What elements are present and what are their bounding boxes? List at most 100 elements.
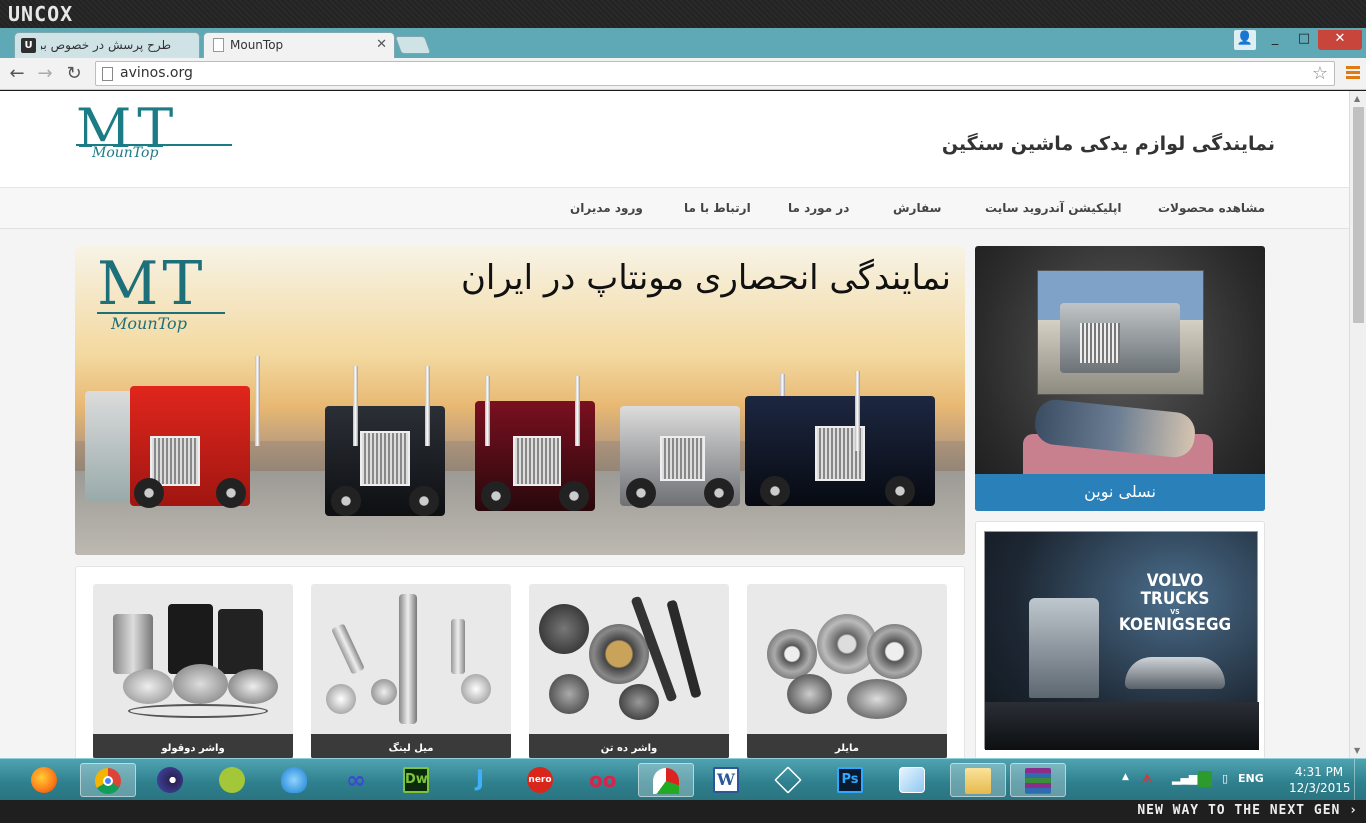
jetbrains-icon[interactable]: J bbox=[460, 763, 500, 797]
nav-contact[interactable]: ارتباط با ما bbox=[684, 201, 751, 215]
truck-cab bbox=[1060, 303, 1180, 373]
hero-banner[interactable]: MT MounTop نمایندگی انحصاری مونتاپ در ای… bbox=[75, 246, 965, 555]
uncox-favicon-icon: U bbox=[21, 38, 36, 53]
nero-icon[interactable]: nero bbox=[520, 763, 560, 797]
products-panel: واشر دوقولو میل لینگ واشر ده تن مایلر bbox=[75, 566, 965, 758]
os-taskbar: ∞ Dw J nero oo W Ps ▲ ᗑ ▂▄▆ ▯ ENG 4:31 P… bbox=[0, 758, 1366, 801]
os-brand-logo: UNCOX bbox=[8, 2, 74, 26]
tab-active[interactable]: MounTop ✕ bbox=[203, 32, 395, 58]
product-card[interactable]: میل لینگ bbox=[311, 584, 511, 758]
new-tab-button[interactable] bbox=[394, 36, 432, 54]
forward-icon[interactable]: → bbox=[34, 63, 56, 85]
truck-grille bbox=[660, 436, 705, 481]
page-scrollbar[interactable]: ▲ ▼ bbox=[1349, 91, 1366, 758]
infinity-icon[interactable]: ∞ bbox=[336, 763, 376, 797]
video-title: VOLVO TRUCKS VS KOENIGSEGG bbox=[1115, 572, 1235, 634]
url-text: avinos.org bbox=[120, 65, 193, 81]
truck-wheel bbox=[216, 478, 246, 508]
show-desktop-button[interactable] bbox=[1354, 759, 1366, 801]
nav-admin-login[interactable]: ورود مدیران bbox=[570, 201, 643, 215]
network-signal-icon[interactable]: ▂▄▆ bbox=[1172, 772, 1197, 785]
truck-wheel bbox=[409, 486, 439, 516]
dropbox-like-icon[interactable] bbox=[274, 763, 314, 797]
user-profile-icon[interactable]: 👤 bbox=[1234, 30, 1256, 50]
site-logo[interactable]: MT MounTop bbox=[76, 97, 236, 167]
exhaust-stack bbox=[425, 366, 430, 446]
chrome-menu-icon[interactable] bbox=[1346, 66, 1360, 81]
tray-green-icon[interactable] bbox=[1198, 771, 1212, 787]
nav-android-app[interactable]: اپلیکیشن آندروید سایت bbox=[985, 201, 1122, 215]
volvo-truck bbox=[1029, 598, 1099, 698]
sidebar-promo-card[interactable]: نسلی نوین bbox=[975, 246, 1265, 511]
truck-grille bbox=[360, 431, 410, 486]
scroll-up-icon[interactable]: ▲ bbox=[1354, 94, 1360, 103]
truck-wheel bbox=[134, 478, 164, 508]
battery-icon[interactable]: ▯ bbox=[1222, 772, 1228, 785]
product-label: میل لینگ bbox=[311, 734, 511, 758]
logo-subtitle: MounTop bbox=[92, 145, 159, 161]
scroll-down-icon[interactable]: ▼ bbox=[1354, 746, 1360, 755]
koenigsegg-car bbox=[1125, 657, 1225, 689]
cube-icon[interactable] bbox=[892, 763, 932, 797]
photoshop-icon[interactable]: Ps bbox=[830, 763, 870, 797]
word-icon[interactable]: W bbox=[706, 763, 746, 797]
browser-chrome: U طرح پرسش در خصوص برنا MounTop ✕ 👤 _ □ … bbox=[0, 28, 1366, 90]
browser-toolbar: ← → ↻ avinos.org ☆ bbox=[0, 58, 1366, 90]
product-card[interactable]: مایلر bbox=[747, 584, 947, 758]
nav-products[interactable]: مشاهده محصولات bbox=[1158, 201, 1265, 215]
file-explorer-icon[interactable] bbox=[950, 763, 1006, 797]
truck-wheel bbox=[885, 476, 915, 506]
sidebar-video-card[interactable]: VOLVO TRUCKS VS KOENIGSEGG bbox=[975, 521, 1265, 758]
product-image bbox=[311, 584, 511, 734]
exhaust-stack bbox=[855, 371, 860, 451]
page-viewport: MT MounTop نمایندگی لوازم یدکی ماشین سنگ… bbox=[0, 91, 1366, 758]
product-card[interactable]: واشر دوقولو bbox=[93, 584, 293, 758]
product-card[interactable]: واشر ده تن bbox=[529, 584, 729, 758]
truck-wheel bbox=[626, 478, 656, 508]
language-indicator[interactable]: ENG bbox=[1238, 772, 1264, 785]
firefox-icon[interactable] bbox=[24, 763, 64, 797]
winrar-icon[interactable] bbox=[1010, 763, 1066, 797]
eclipse-icon[interactable] bbox=[150, 763, 190, 797]
tab-inactive[interactable]: U طرح پرسش در خصوص برنا bbox=[14, 32, 200, 58]
site-title: نمایندگی لوازم یدکی ماشین سنگین bbox=[941, 133, 1275, 155]
address-bar[interactable]: avinos.org ☆ bbox=[95, 61, 1335, 86]
tray-clock[interactable]: 4:31 PM 12/3/2015 bbox=[1289, 764, 1351, 796]
product-image bbox=[747, 584, 947, 734]
close-window-button[interactable]: ✕ bbox=[1318, 30, 1362, 50]
product-label: مایلر bbox=[747, 734, 947, 758]
truck-wheel bbox=[331, 486, 361, 516]
scrollbar-thumb[interactable] bbox=[1353, 107, 1364, 323]
nav-about[interactable]: در مورد ما bbox=[788, 201, 849, 215]
chart-icon[interactable] bbox=[638, 763, 694, 797]
unity-icon[interactable] bbox=[768, 763, 808, 797]
exhaust-stack bbox=[575, 376, 580, 446]
truck-wheel bbox=[760, 476, 790, 506]
truck-photo bbox=[1037, 270, 1204, 395]
exhaust-stack bbox=[485, 376, 490, 446]
road bbox=[985, 702, 1259, 750]
android-studio-icon[interactable] bbox=[212, 763, 252, 797]
tray-expand-icon[interactable]: ▲ bbox=[1122, 772, 1129, 782]
chrome-icon[interactable] bbox=[80, 763, 136, 797]
exhaust-stack bbox=[353, 366, 358, 446]
exhaust-stack bbox=[255, 356, 260, 446]
back-icon[interactable]: ← bbox=[6, 63, 28, 85]
clock-date: 12/3/2015 bbox=[1289, 781, 1351, 795]
glasses-icon[interactable]: oo bbox=[582, 763, 622, 797]
banner-logo: MT MounTop bbox=[97, 254, 225, 333]
tray-app-icon[interactable]: ᗑ bbox=[1142, 772, 1152, 786]
minimize-button[interactable]: _ bbox=[1262, 30, 1288, 50]
volvo-koenigsegg-image: VOLVO TRUCKS VS KOENIGSEGG bbox=[984, 531, 1259, 750]
truck-grille bbox=[150, 436, 200, 486]
truck-wheel bbox=[704, 478, 734, 508]
maximize-button[interactable]: □ bbox=[1290, 30, 1318, 50]
page-icon bbox=[102, 67, 113, 81]
dreamweaver-icon[interactable]: Dw bbox=[396, 763, 436, 797]
navy-truck bbox=[745, 396, 935, 506]
reload-icon[interactable]: ↻ bbox=[63, 63, 85, 85]
banner-headline: نمایندگی انحصاری مونتاپ در ایران bbox=[460, 258, 951, 298]
bookmark-star-icon[interactable]: ☆ bbox=[1312, 63, 1328, 84]
nav-order[interactable]: سفارش bbox=[893, 201, 941, 215]
tab-close-icon[interactable]: ✕ bbox=[376, 37, 387, 52]
